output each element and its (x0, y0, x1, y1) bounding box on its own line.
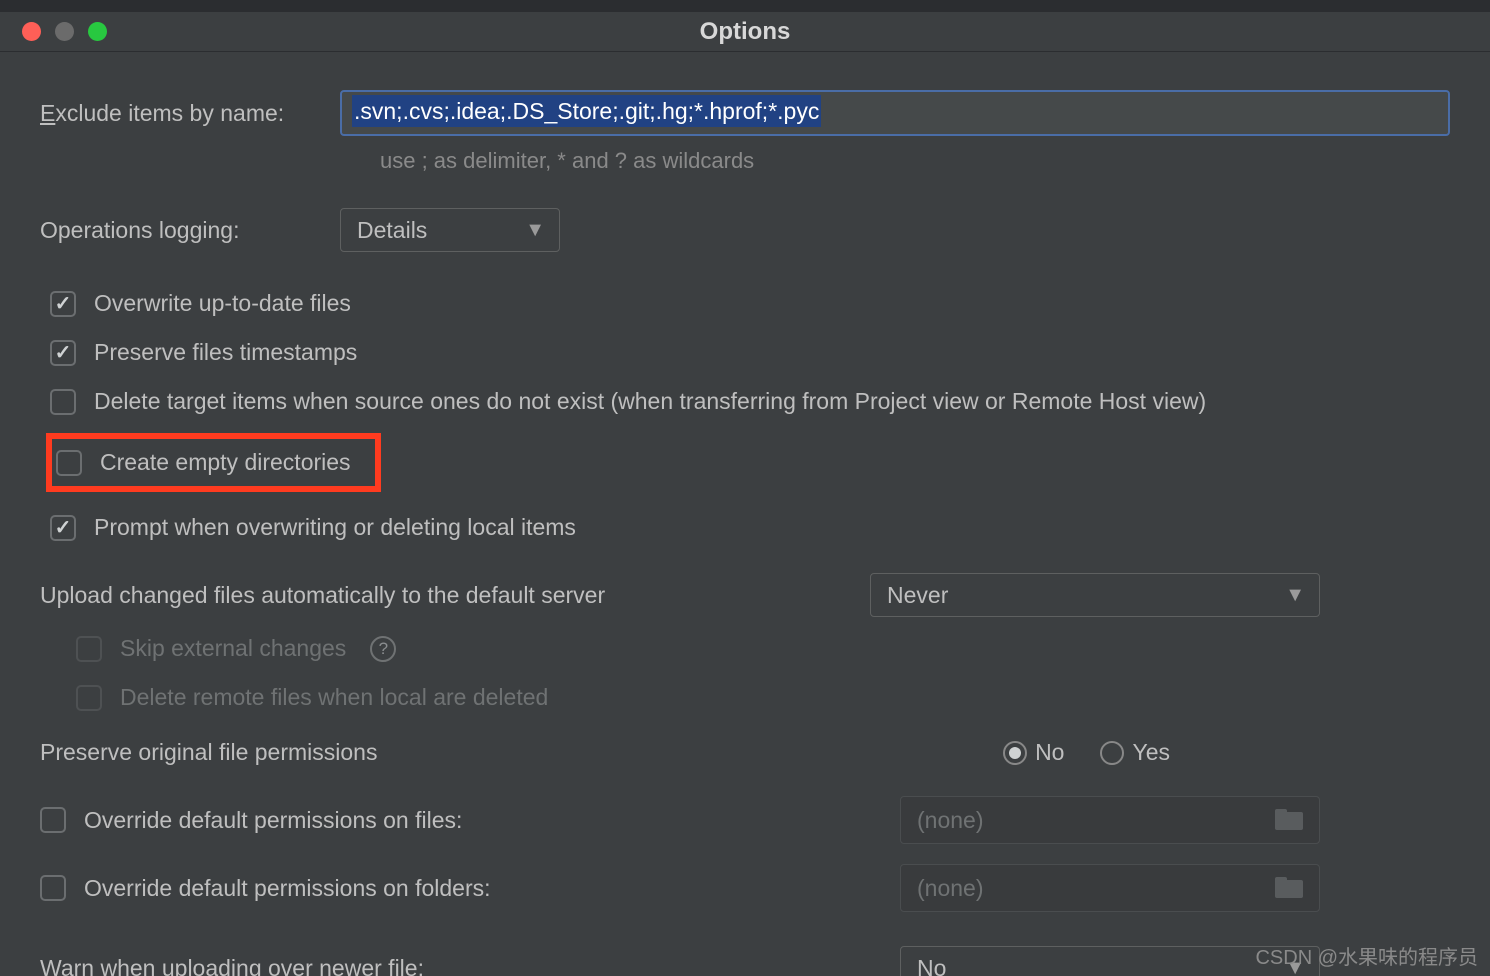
create-empty-label: Create empty directories (100, 449, 351, 476)
exclude-row: Exclude items by name: .svn;.cvs;.idea;.… (40, 90, 1450, 136)
watermark: CSDN @水果味的程序员 (1255, 941, 1478, 970)
delete-remote-label: Delete remote files when local are delet… (120, 684, 548, 711)
warn-newer-value: No (917, 955, 946, 976)
delete-target-checkbox-row: Delete target items when source ones do … (50, 388, 1450, 415)
logging-label: Operations logging: (40, 217, 340, 244)
exclude-input[interactable]: .svn;.cvs;.idea;.DS_Store;.git;.hg;*.hpr… (340, 90, 1450, 136)
override-folders-row: Override default permissions on folders:… (40, 864, 1450, 912)
delete-remote-checkbox (76, 685, 102, 711)
override-folders-input: (none) (900, 864, 1320, 912)
override-files-input: (none) (900, 796, 1320, 844)
preserve-ts-label: Preserve files timestamps (94, 339, 357, 366)
radio-unselected-icon (1100, 741, 1124, 765)
logging-row: Operations logging: Details ▼ (40, 208, 1450, 252)
create-empty-checkbox[interactable] (56, 450, 82, 476)
logging-select[interactable]: Details ▼ (340, 208, 560, 252)
delete-remote-row: Delete remote files when local are delet… (76, 684, 1450, 711)
skip-external-row: Skip external changes ? (76, 635, 1450, 662)
prompt-checkbox-row: Prompt when overwriting or deleting loca… (50, 514, 1450, 541)
preserve-ts-checkbox-row: Preserve files timestamps (50, 339, 1450, 366)
preserve-perm-row: Preserve original file permissions No Ye… (40, 739, 1450, 766)
logging-value: Details (357, 217, 427, 244)
preserve-perm-yes-option[interactable]: Yes (1100, 739, 1170, 766)
exclude-hint: use ; as delimiter, * and ? as wildcards (380, 148, 1450, 174)
override-files-value: (none) (917, 807, 983, 834)
preserve-perm-label: Preserve original file permissions (40, 739, 377, 766)
override-folders-value: (none) (917, 875, 983, 902)
exclude-input-value: .svn;.cvs;.idea;.DS_Store;.git;.hg;*.hpr… (352, 95, 821, 127)
options-content: Exclude items by name: .svn;.cvs;.idea;.… (0, 52, 1490, 976)
warn-newer-row: Warn when uploading over newer file: No … (40, 946, 1450, 976)
radio-selected-icon (1003, 741, 1027, 765)
overwrite-checkbox[interactable] (50, 291, 76, 317)
folder-icon[interactable] (1275, 809, 1303, 831)
chevron-down-icon: ▼ (1285, 584, 1305, 607)
override-files-checkbox[interactable] (40, 807, 66, 833)
preserve-perm-radio-group: No Yes (1003, 739, 1170, 766)
background-strip (0, 0, 1490, 12)
override-files-label: Override default permissions on files: (84, 807, 462, 834)
folder-icon[interactable] (1275, 877, 1303, 899)
prompt-checkbox[interactable] (50, 515, 76, 541)
overwrite-label: Overwrite up-to-date files (94, 290, 351, 317)
help-icon[interactable]: ? (370, 636, 396, 662)
delete-target-checkbox[interactable] (50, 389, 76, 415)
chevron-down-icon: ▼ (525, 219, 545, 242)
skip-external-checkbox (76, 636, 102, 662)
skip-external-label: Skip external changes (120, 635, 346, 662)
upload-select[interactable]: Never ▼ (870, 573, 1320, 617)
upload-label: Upload changed files automatically to th… (40, 582, 605, 609)
prompt-label: Prompt when overwriting or deleting loca… (94, 514, 576, 541)
preserve-ts-checkbox[interactable] (50, 340, 76, 366)
window-title: Options (0, 18, 1490, 46)
titlebar: Options (0, 12, 1490, 52)
upload-value: Never (887, 582, 948, 609)
create-empty-highlight: Create empty directories (46, 433, 381, 492)
upload-row: Upload changed files automatically to th… (40, 573, 1450, 617)
override-files-row: Override default permissions on files: (… (40, 796, 1450, 844)
warn-newer-label: Warn when uploading over newer file: (40, 955, 424, 976)
override-folders-label: Override default permissions on folders: (84, 875, 491, 902)
exclude-label: Exclude items by name: (40, 100, 340, 127)
overwrite-checkbox-row: Overwrite up-to-date files (50, 290, 1450, 317)
preserve-perm-no-option[interactable]: No (1003, 739, 1064, 766)
delete-target-label: Delete target items when source ones do … (94, 388, 1206, 415)
override-folders-checkbox[interactable] (40, 875, 66, 901)
